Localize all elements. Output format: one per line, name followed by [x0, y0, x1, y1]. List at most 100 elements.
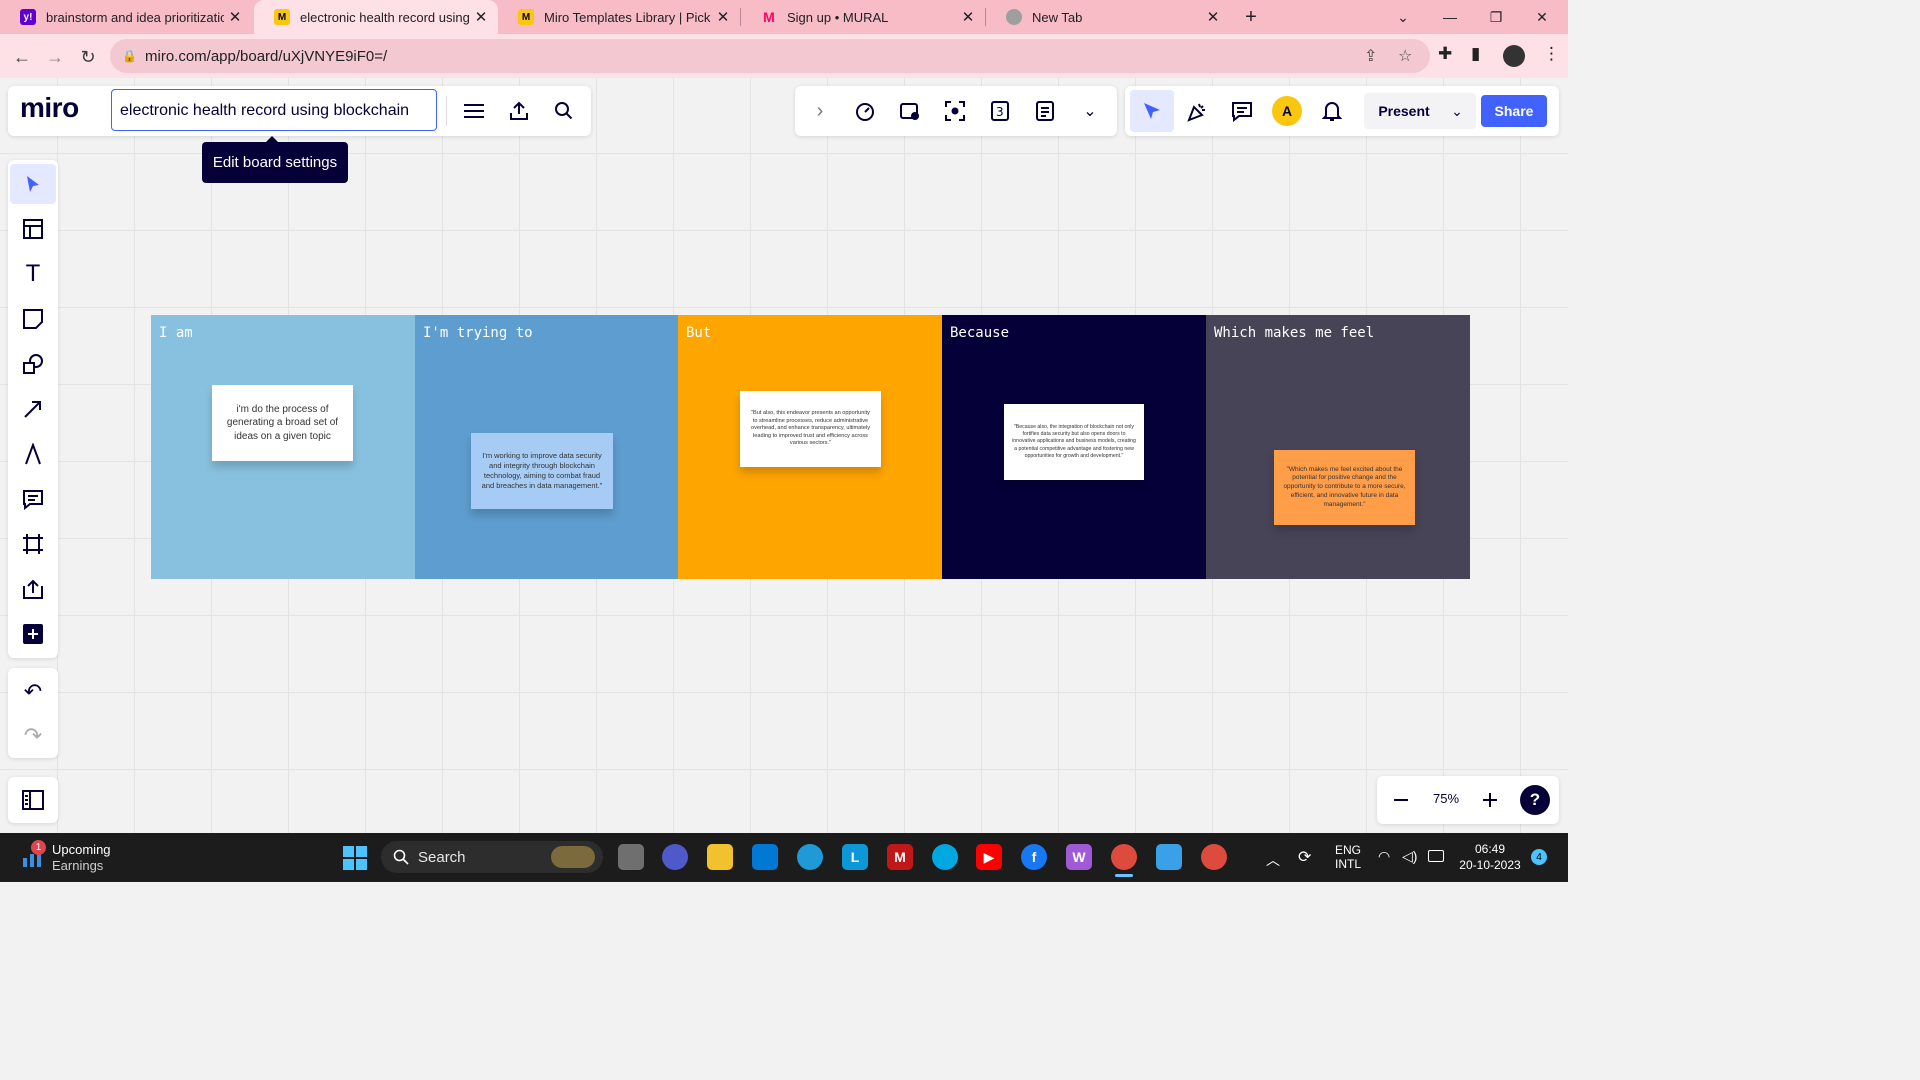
sticky-note[interactable]: "But also, this endeavor presents an opp…	[740, 391, 881, 467]
reload-icon[interactable]: ↻	[75, 44, 101, 70]
profile-avatar-icon[interactable]	[1503, 45, 1525, 67]
close-tab-icon[interactable]: ✕	[1202, 8, 1224, 26]
sticky-note[interactable]: i'm do the process of generating a broad…	[212, 385, 353, 461]
shapes-icon[interactable]	[10, 344, 56, 384]
clock[interactable]: 06:49 20-10-2023	[1456, 842, 1524, 872]
expand-chevron-icon[interactable]: ›	[802, 93, 838, 129]
chrome-profile-icon[interactable]	[1201, 844, 1227, 870]
frames-sidebar-icon[interactable]	[10, 780, 56, 820]
column-im-trying-to[interactable]: I'm trying to I'm working to improve dat…	[415, 315, 678, 579]
reactions-party-icon[interactable]	[1179, 93, 1215, 129]
board-name-input[interactable]: electronic health record using blockchai…	[111, 89, 437, 131]
notifications-bell-icon[interactable]	[1314, 93, 1350, 129]
column-but[interactable]: But "But also, this endeavor presents an…	[678, 315, 942, 579]
teams-chat-icon[interactable]	[662, 844, 688, 870]
zoom-in-plus-icon[interactable]	[1472, 782, 1508, 818]
share-button[interactable]: Share	[1481, 95, 1547, 127]
column-i-am[interactable]: I am i'm do the process of generating a …	[151, 315, 415, 579]
tab-brainstorm[interactable]: y! brainstorm and idea prioritization ✕	[0, 0, 252, 34]
omnibox[interactable]: 🔒 miro.com/app/board/uXjVNYE9iF0=/ ⇪ ☆	[110, 39, 1430, 73]
chrome-taskbar-icon[interactable]	[1111, 844, 1137, 870]
sync-icon[interactable]: ⟳	[1298, 847, 1311, 867]
main-menu-icon[interactable]	[456, 93, 492, 129]
present-button[interactable]: Present	[1366, 93, 1442, 129]
notification-count-badge[interactable]: 4	[1531, 849, 1547, 865]
tab-search-chevron-icon[interactable]: ⌄	[1380, 0, 1426, 34]
redo-icon[interactable]: ↷	[10, 716, 56, 756]
more-tools-chevron-icon[interactable]: ⌄	[1072, 93, 1108, 129]
notes-icon[interactable]	[1027, 93, 1063, 129]
back-arrow-icon[interactable]: ←	[9, 44, 35, 70]
close-tab-icon[interactable]: ✕	[470, 8, 492, 26]
extensions-puzzle-icon[interactable]: ✚	[1438, 44, 1452, 64]
connection-line-icon[interactable]	[10, 389, 56, 429]
tab-new-tab[interactable]: New Tab ✕	[986, 0, 1230, 34]
edge-browser-icon[interactable]	[797, 844, 823, 870]
chrome-menu-icon[interactable]: ⋮	[1543, 44, 1560, 64]
column-because[interactable]: Because "Because also, the integration o…	[942, 315, 1206, 579]
video-chat-icon[interactable]	[892, 93, 928, 129]
photos-icon[interactable]	[1156, 844, 1182, 870]
wps-office-icon[interactable]: W	[1066, 844, 1092, 870]
zoom-out-minus-icon[interactable]	[1383, 782, 1419, 818]
templates-icon[interactable]	[10, 209, 56, 249]
url-text[interactable]: miro.com/app/board/uXjVNYE9iF0=/	[145, 48, 387, 65]
microsoft-store-icon[interactable]	[752, 844, 778, 870]
focus-frame-icon[interactable]	[937, 93, 973, 129]
more-apps-plus-icon[interactable]	[10, 614, 56, 654]
bookmark-star-icon[interactable]: ☆	[1398, 46, 1412, 66]
zoom-level[interactable]: 75%	[1426, 791, 1466, 806]
restore-icon[interactable]: ❐	[1473, 0, 1519, 34]
windows-start-icon[interactable]	[343, 846, 367, 870]
new-tab-plus-icon[interactable]: +	[1228, 0, 1274, 34]
pen-tool-icon[interactable]	[10, 434, 56, 474]
present-options-chevron-icon[interactable]: ⌄	[1442, 93, 1472, 129]
sticky-note[interactable]: I'm working to improve data security and…	[471, 433, 613, 509]
file-explorer-icon[interactable]	[707, 844, 733, 870]
forward-arrow-icon[interactable]: →	[42, 44, 68, 70]
widget-subtitle: Earnings	[52, 858, 104, 873]
cursor-tracking-icon[interactable]	[1130, 90, 1174, 132]
battery-icon[interactable]	[1428, 850, 1444, 862]
voting-icon[interactable]: 3	[982, 93, 1018, 129]
taskbar-search[interactable]: Search	[381, 841, 603, 873]
frame-tool-icon[interactable]	[10, 524, 56, 564]
youtube-icon[interactable]: ▶	[976, 844, 1002, 870]
text-tool-icon[interactable]: T	[10, 254, 56, 294]
comment-tool-icon[interactable]	[10, 479, 56, 519]
help-button[interactable]: ?	[1520, 785, 1550, 815]
l-app-icon[interactable]: L	[842, 844, 868, 870]
widget-title[interactable]: Upcoming	[52, 842, 111, 857]
user-avatar[interactable]: A	[1272, 96, 1302, 126]
tab-miro-templates[interactable]: M Miro Templates Library | Pick from ✕	[498, 0, 740, 34]
close-window-icon[interactable]: ✕	[1519, 0, 1565, 34]
task-view-icon[interactable]	[618, 844, 644, 870]
language-indicator[interactable]: ENG INTL	[1332, 843, 1364, 871]
tab-mural-signup[interactable]: M Sign up • MURAL ✕	[741, 0, 985, 34]
volume-icon[interactable]: ◁)	[1402, 848, 1417, 865]
tab-electronic-health-record[interactable]: M electronic health record using blockch…	[254, 0, 498, 34]
minimize-icon[interactable]: —	[1427, 0, 1473, 34]
sticky-note[interactable]: "Because also, the integration of blockc…	[1004, 404, 1144, 480]
close-tab-icon[interactable]: ✕	[224, 8, 246, 26]
undo-icon[interactable]: ↶	[10, 672, 56, 712]
sticky-note-icon[interactable]	[10, 299, 56, 339]
timer-icon[interactable]	[847, 93, 883, 129]
sticky-note[interactable]: "Which makes me feel excited about the p…	[1274, 450, 1415, 525]
tray-overflow-chevron-icon[interactable]: ︿	[1266, 850, 1280, 870]
alexa-icon[interactable]	[932, 844, 958, 870]
mcafee-icon[interactable]: M	[887, 844, 913, 870]
share-page-icon[interactable]: ⇪	[1364, 46, 1377, 66]
close-tab-icon[interactable]: ✕	[712, 8, 734, 26]
facebook-icon[interactable]: f	[1021, 844, 1047, 870]
column-which-makes-me-feel[interactable]: Which makes me feel "Which makes me feel…	[1206, 315, 1470, 579]
select-tool-icon[interactable]	[10, 164, 56, 204]
close-tab-icon[interactable]: ✕	[957, 8, 979, 26]
comments-icon[interactable]	[1224, 93, 1260, 129]
side-panel-icon[interactable]: ▮	[1471, 44, 1480, 64]
upload-icon[interactable]	[10, 569, 56, 609]
export-upload-icon[interactable]	[501, 93, 537, 129]
miro-logo[interactable]: miro	[20, 92, 79, 124]
wifi-icon[interactable]: ◠	[1378, 848, 1390, 865]
search-icon[interactable]	[546, 93, 582, 129]
